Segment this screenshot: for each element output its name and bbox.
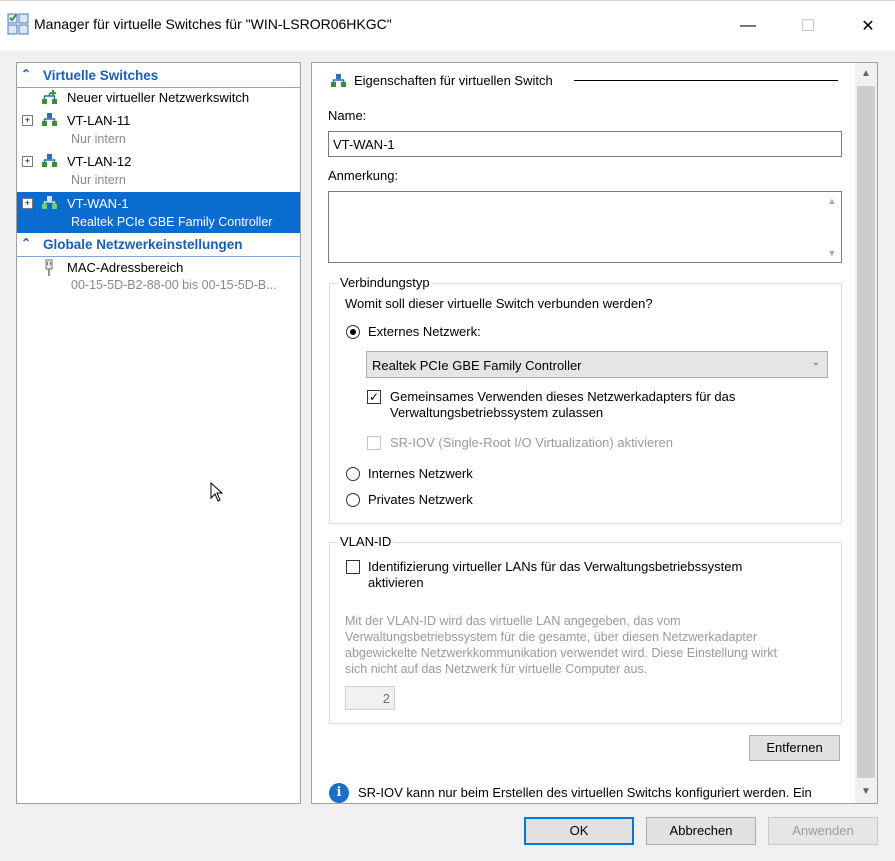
- switch-item-vt-lan-12[interactable]: + VT-LAN-12 Nur intern: [17, 150, 300, 191]
- close-button[interactable]: ✕: [838, 1, 895, 51]
- switch-item-vt-wan-1[interactable]: + VT-WAN-1 Realtek PCIe GBE Family Contr…: [17, 192, 300, 233]
- vlan-id-field: 2: [345, 686, 395, 710]
- info-icon: i: [329, 783, 349, 803]
- internal-network-option[interactable]: Internes Netzwerk: [345, 466, 645, 484]
- note-scrollbar[interactable]: ▲ ▼: [825, 194, 839, 260]
- private-network-option[interactable]: Privates Netzwerk: [345, 492, 645, 510]
- chevron-down-icon: ⌄: [811, 357, 820, 368]
- external-radio[interactable]: [346, 325, 360, 339]
- scroll-down-icon[interactable]: ▼: [825, 248, 839, 258]
- header-divider: [574, 80, 838, 81]
- vlan-checkbox[interactable]: [346, 560, 360, 574]
- remove-button[interactable]: Entfernen: [749, 735, 840, 761]
- mac-address-range-item[interactable]: MAC-Adressbereich 00-15-5D-B2-88-00 bis …: [17, 257, 300, 298]
- network-switch-icon: [42, 154, 57, 167]
- sriov-checkbox: [367, 436, 381, 450]
- vlan-enable-option[interactable]: Identifizierung virtueller LANs für das …: [345, 558, 825, 594]
- scroll-up-icon[interactable]: ▲: [825, 196, 839, 206]
- network-adapter-icon: [45, 259, 53, 276]
- add-switch-icon: [42, 90, 57, 104]
- connection-type-title: Verbindungstyp: [338, 275, 432, 290]
- network-switch-icon: [331, 74, 346, 87]
- expand-icon[interactable]: +: [22, 198, 33, 209]
- share-adapter-option[interactable]: ✓ Gemeinsames Verwenden dieses Netzwerka…: [366, 388, 826, 424]
- ok-button[interactable]: OK: [524, 817, 634, 845]
- maximize-button: ☐: [778, 1, 838, 51]
- properties-header: Eigenschaften für virtuellen Switch: [354, 73, 553, 88]
- expand-icon[interactable]: +: [22, 156, 33, 167]
- adapter-dropdown[interactable]: Realtek PCIe GBE Family Controller ⌄: [366, 351, 828, 378]
- note-label: Anmerkung:: [328, 168, 399, 183]
- minimize-icon: —: [740, 17, 756, 34]
- vlan-title: VLAN-ID: [338, 534, 394, 549]
- network-switch-icon: [42, 113, 57, 126]
- private-radio[interactable]: [346, 493, 360, 507]
- window-title: Manager für virtuelle Switches für "WIN-…: [34, 16, 392, 32]
- cancel-button[interactable]: Abbrechen: [646, 817, 756, 845]
- mouse-cursor-icon: [210, 482, 224, 502]
- switch-manager-icon: [7, 13, 29, 35]
- section-global-network-settings[interactable]: ⌃ Globale Netzwerkeinstellungen: [17, 234, 300, 257]
- minimize-button[interactable]: —: [718, 1, 778, 51]
- switch-item-vt-lan-11[interactable]: + VT-LAN-11 Nur intern: [17, 109, 300, 150]
- name-label: Name:: [328, 108, 367, 123]
- share-adapter-checkbox[interactable]: ✓: [367, 390, 381, 404]
- sriov-option: SR-IOV (Single-Root I/O Virtualization) …: [366, 435, 766, 453]
- collapse-chevron-icon: ⌃: [21, 67, 32, 81]
- scroll-thumb[interactable]: [857, 86, 875, 778]
- maximize-icon: ☐: [800, 18, 816, 35]
- name-field[interactable]: [328, 131, 842, 157]
- properties-pane: Eigenschaften für virtuellen Switch Name…: [311, 62, 878, 804]
- apply-button: Anwenden: [768, 817, 878, 845]
- close-icon: ✕: [861, 18, 875, 35]
- collapse-chevron-icon: ⌃: [21, 236, 32, 250]
- info-text: SR-IOV kann nur beim Erstellen des virtu…: [358, 785, 812, 800]
- scroll-up-icon[interactable]: ▲: [855, 64, 877, 84]
- section-virtual-switches[interactable]: ⌃ Virtuelle Switches: [17, 65, 300, 88]
- network-switch-icon: [42, 196, 57, 209]
- navigation-pane: ⌃ Virtuelle Switches Neuer virtueller Ne…: [16, 62, 301, 804]
- scroll-down-icon[interactable]: ▼: [855, 782, 877, 802]
- internal-radio[interactable]: [346, 467, 360, 481]
- new-switch-item[interactable]: Neuer virtueller Netzwerkswitch: [17, 87, 300, 109]
- external-network-option[interactable]: Externes Netzwerk:: [345, 323, 645, 341]
- vlan-description: Mit der VLAN-ID wird das virtuelle LAN a…: [345, 614, 778, 676]
- expand-icon[interactable]: +: [22, 115, 33, 126]
- title-bar: Manager für virtuelle Switches für "WIN-…: [0, 0, 895, 51]
- connection-question: Womit soll dieser virtuelle Switch verbu…: [345, 296, 653, 311]
- note-textarea[interactable]: ▲ ▼: [328, 191, 842, 263]
